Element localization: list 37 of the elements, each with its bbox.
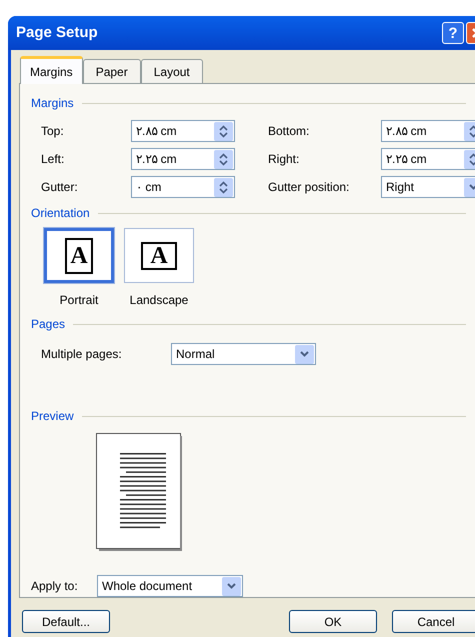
option-label: Landscape (130, 292, 188, 309)
dropdown[interactable]: Whole document (97, 575, 243, 597)
spin-field[interactable]: ۲.۸۵ cm (131, 120, 235, 142)
spin-field[interactable]: ۰ cm (131, 176, 235, 198)
section-heading: Pages (31, 316, 66, 333)
orientation-option[interactable]: A (44, 228, 114, 283)
field-label: Bottom: (268, 123, 310, 140)
field-label: Gutter: (41, 179, 79, 196)
section-heading: Orientation (31, 205, 90, 222)
help-button[interactable]: ? (442, 22, 464, 44)
dialog-button[interactable]: OK (289, 610, 377, 633)
spinner-arrows-icon[interactable] (214, 122, 233, 140)
tab[interactable]: Paper (82, 59, 141, 83)
option-label: Portrait (60, 292, 98, 309)
field-label: Right: (268, 151, 300, 168)
tab[interactable]: Layout (140, 59, 203, 83)
window-title: Page Setup (16, 22, 98, 43)
field-label: Apply to: (31, 578, 79, 595)
landscape-page-icon: A (141, 242, 177, 270)
orientation-option[interactable]: A (124, 228, 194, 283)
dialog-button[interactable]: Default... (22, 610, 110, 633)
field-label: Multiple pages: (41, 346, 123, 363)
spinner-arrows-icon[interactable] (214, 178, 233, 196)
portrait-page-icon: A (65, 238, 93, 274)
section-heading: Margins (31, 95, 74, 112)
spin-field[interactable]: ۲.۲۵ cm (381, 148, 475, 170)
dialog-button[interactable]: Cancel (392, 610, 475, 633)
tab[interactable]: Margins (20, 56, 83, 84)
section-heading: Preview (31, 408, 74, 425)
spin-field[interactable]: ۲.۸۵ cm (381, 120, 475, 142)
spin-field[interactable]: ۲.۲۵ cm (131, 148, 235, 170)
field-label: Left: (41, 151, 66, 168)
field-label: Gutter position: (268, 179, 350, 196)
field-label: Top: (41, 123, 65, 140)
spinner-arrows-icon[interactable] (214, 150, 233, 168)
dropdown[interactable]: Normal (171, 343, 316, 365)
dropdown[interactable]: Right (381, 176, 475, 198)
